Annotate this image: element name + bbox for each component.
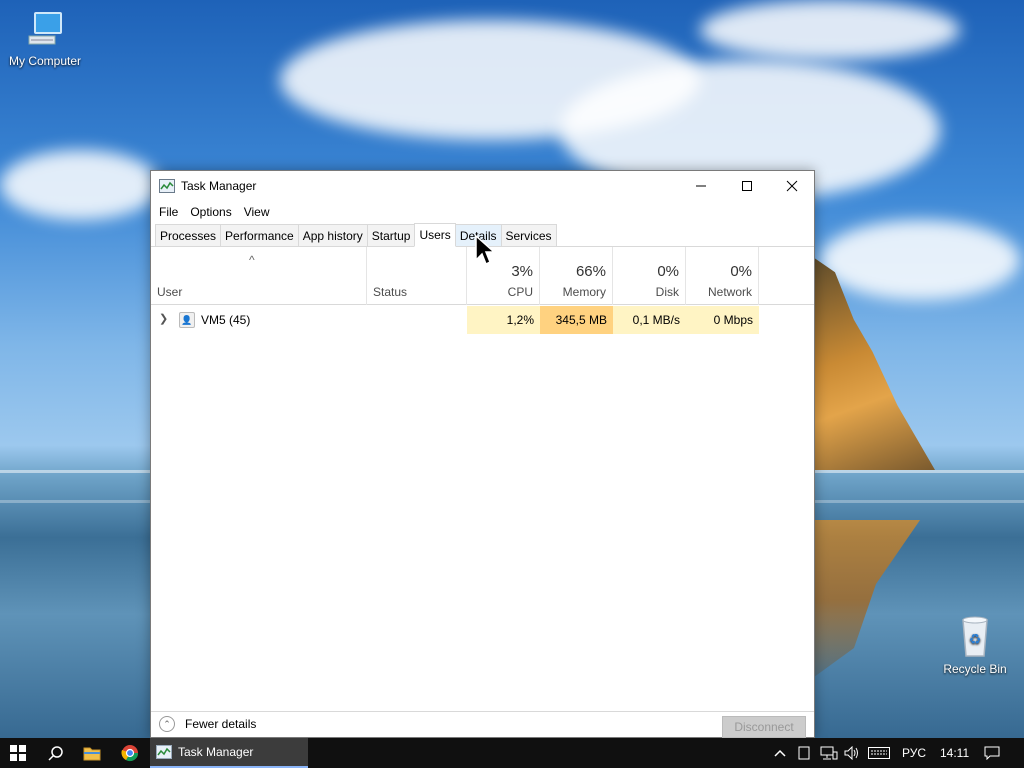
minimize-button[interactable] [678,171,724,201]
memory-total: 66% [575,263,606,280]
window-title: Task Manager [181,179,257,193]
column-disk[interactable]: 0% Disk [613,247,686,305]
task-manager-icon [159,179,175,193]
start-button[interactable] [0,738,36,768]
recycle-bin-label: Recycle Bin [943,662,1007,676]
column-cpu-label: CPU [507,285,533,299]
windows-logo-icon [10,745,26,761]
speaker-icon [844,746,858,760]
folder-icon [83,747,101,761]
keyboard-tray-button[interactable] [866,738,892,768]
disconnect-button[interactable]: Disconnect [722,716,806,738]
action-center-button[interactable] [980,738,1004,768]
close-button[interactable] [769,171,815,201]
menu-bar: File Options View [151,201,814,223]
computer-icon [28,12,62,45]
column-user[interactable]: ^ User [151,247,367,305]
column-disk-label: Disk [655,285,679,299]
column-user-label: User [157,285,183,299]
tab-processes[interactable]: Processes [155,224,222,246]
cpu-total: 3% [511,263,533,280]
taskbar-task-manager[interactable]: Task Manager [150,738,308,768]
file-explorer-button[interactable] [74,738,110,768]
disk-total: 0% [657,263,679,280]
title-bar[interactable]: Task Manager [151,171,814,201]
column-network-label: Network [707,285,752,299]
mouse-cursor-icon [475,234,496,266]
tab-startup[interactable]: Startup [366,224,416,246]
column-status-label: Status [373,285,408,299]
device-icon [798,746,810,760]
svg-text:♻: ♻ [969,632,982,648]
network-tray-button[interactable] [818,738,840,768]
chevron-up-icon: ⌃ [159,716,175,732]
menu-file[interactable]: File [153,205,184,219]
column-status[interactable]: Status [367,247,467,305]
chrome-button[interactable] [112,738,148,768]
menu-options[interactable]: Options [184,205,237,219]
show-hidden-icons-button[interactable] [770,738,790,768]
search-button[interactable] [38,738,74,768]
tab-app-history[interactable]: App history [297,224,368,246]
column-memory-label: Memory [562,285,606,299]
column-memory[interactable]: 66% Memory [540,247,613,305]
task-manager-icon [156,745,172,759]
chevron-up-icon [774,749,786,757]
fewer-details-button[interactable]: ⌃ Fewer details [159,716,256,732]
minimize-icon [696,185,706,187]
row-memory: 345,5 MB [540,306,613,334]
row-user-name: VM5 (45) [201,313,251,327]
close-icon [786,180,798,192]
taskbar: Task Manager РУС 14:11 [0,738,1024,768]
maximize-icon [742,181,752,191]
tray-device-button[interactable] [794,738,814,768]
search-icon [48,746,63,761]
row-network: 0 Mbps [686,306,759,334]
volume-tray-button[interactable] [842,738,862,768]
input-language-indicator[interactable]: РУС [902,746,926,760]
chrome-icon [121,745,139,762]
recycle-bin-desktop-icon[interactable]: ♻ Recycle Bin [930,614,1020,676]
network-total: 0% [730,263,752,280]
table-row[interactable]: ❯ 👤 VM5 (45) 1,2% 345,5 MB 0,1 MB/s 0 Mb… [151,306,814,334]
tab-users[interactable]: Users [414,223,456,247]
notification-icon [984,746,1000,760]
keyboard-icon [868,747,890,759]
taskbar-clock[interactable]: 14:11 [940,746,969,760]
window-footer: ⌃ Fewer details Disconnect [151,711,814,738]
row-disk: 0,1 MB/s [613,306,686,334]
my-computer-label: My Computer [8,54,82,68]
menu-view[interactable]: View [238,205,276,219]
maximize-button[interactable] [724,171,770,201]
tab-services[interactable]: Services [500,224,557,246]
sort-ascending-icon: ^ [249,253,255,267]
my-computer-desktop-icon[interactable]: My Computer [0,10,90,68]
taskbar-app-label: Task Manager [178,745,254,759]
row-cpu: 1,2% [467,306,540,334]
user-icon: 👤 [179,312,195,328]
recycle-bin-icon: ♻ [962,616,988,657]
expand-chevron-icon[interactable]: ❯ [159,312,168,325]
tab-performance[interactable]: Performance [220,224,299,246]
column-network[interactable]: 0% Network [686,247,759,305]
fewer-details-label: Fewer details [185,717,257,731]
network-icon [820,746,838,760]
